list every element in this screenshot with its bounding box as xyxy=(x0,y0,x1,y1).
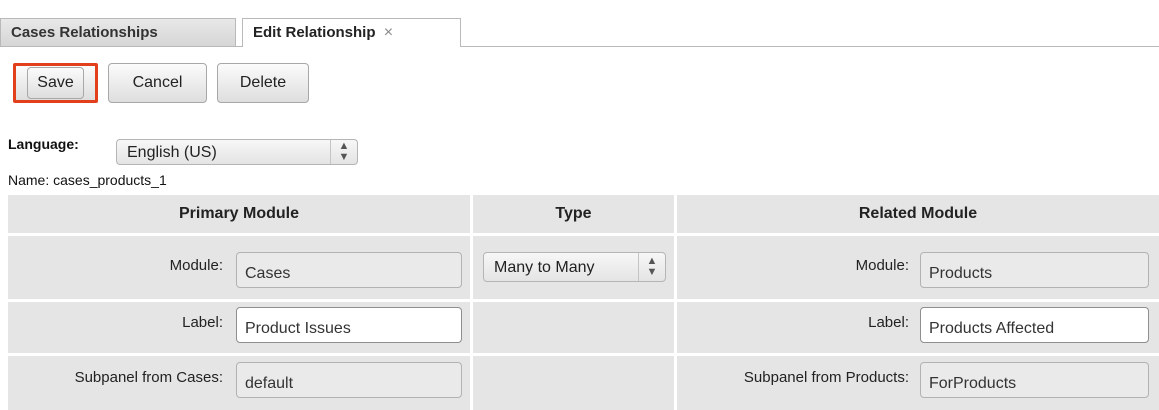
related-module-label: Module: xyxy=(855,257,909,274)
related-label-label: Label: xyxy=(868,314,909,331)
tab-label: Cases Relationships xyxy=(11,24,158,41)
relationship-name: Name: cases_products_1 xyxy=(8,172,167,188)
related-label-input[interactable]: Products Affected xyxy=(920,307,1149,343)
primary-subpanel-field: default xyxy=(236,362,462,398)
type-header: Type xyxy=(555,205,592,222)
primary-subpanel-label: Subpanel from Cases: xyxy=(74,369,223,386)
related-subpanel-field: ForProducts xyxy=(920,362,1149,398)
related-module-field: Products xyxy=(920,252,1149,288)
primary-label-input[interactable]: Product Issues xyxy=(236,307,462,343)
primary-label-label: Label: xyxy=(182,314,223,331)
primary-module-label: Module: xyxy=(169,257,223,274)
tab-edit-relationship[interactable]: Edit Relationship × xyxy=(242,18,461,47)
row-divider xyxy=(8,353,1159,356)
select-arrows-icon: ▲ ▼ xyxy=(330,140,357,164)
primary-module-header: Primary Module xyxy=(178,205,300,222)
tab-cases-relationships[interactable]: Cases Relationships xyxy=(0,18,236,46)
tab-bar: Cases Relationships Edit Relationship × xyxy=(0,14,1159,47)
cancel-button[interactable]: Cancel xyxy=(108,63,207,103)
delete-button[interactable]: Delete xyxy=(217,63,309,103)
tab-label: Edit Relationship xyxy=(253,24,376,41)
relationship-type-select[interactable]: Many to Many ▲ ▼ xyxy=(483,252,666,282)
relationship-type-value: Many to Many xyxy=(494,259,595,276)
related-subpanel-label: Subpanel from Products: xyxy=(743,369,909,386)
language-select[interactable]: English (US) ▲ ▼ xyxy=(116,139,358,165)
primary-module-field: Cases xyxy=(236,252,462,288)
language-label: Language: xyxy=(8,136,79,152)
save-button[interactable]: Save xyxy=(13,63,98,103)
row-divider xyxy=(8,233,1159,236)
save-button-label: Save xyxy=(27,67,84,99)
close-icon[interactable]: × xyxy=(384,24,393,41)
relationship-table: Primary Module Type Related Module Modul… xyxy=(8,195,1159,410)
language-select-value: English (US) xyxy=(127,144,217,161)
select-arrows-icon: ▲ ▼ xyxy=(638,253,665,281)
related-module-header: Related Module xyxy=(858,205,978,222)
row-divider xyxy=(8,299,1159,302)
